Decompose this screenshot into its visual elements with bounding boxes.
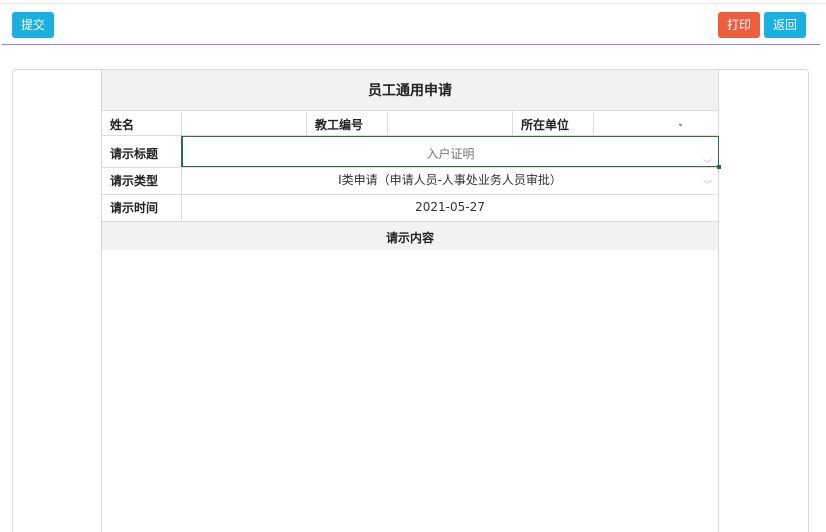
- application-form: 员工通用申请 姓名 教工编号 所在单位 请示标题 入户证明 ﹀ 请示类型 Ⅰ类申…: [101, 70, 721, 532]
- content-textarea[interactable]: [102, 250, 718, 532]
- type-select[interactable]: Ⅰ类申请（申请人员-人事处业务人员审批） ﹀: [182, 168, 718, 194]
- time-field[interactable]: 2021-05-27: [182, 195, 718, 221]
- time-row: 请示时间 2021-05-27: [102, 195, 718, 222]
- time-value: 2021-05-27: [415, 200, 485, 214]
- toolbar: 提交 打印 返回: [0, 4, 826, 44]
- unit-field[interactable]: [594, 110, 718, 135]
- subject-row: 请示标题 入户证明 ﹀: [102, 136, 721, 170]
- page: 提交 打印 返回 员工通用申请 姓名 教工编号 所在单位 请示标题 入户证明 ﹀…: [0, 0, 826, 532]
- staff-no-field[interactable]: [388, 110, 513, 135]
- type-row: 请示类型 Ⅰ类申请（申请人员-人事处业务人员审批） ﹀: [102, 168, 718, 195]
- type-value: Ⅰ类申请（申请人员-人事处业务人员审批）: [338, 173, 562, 187]
- subject-value: 入户证明: [426, 147, 475, 161]
- name-field[interactable]: [182, 110, 307, 135]
- cursor-mark-icon: [678, 123, 683, 127]
- print-button[interactable]: 打印: [718, 12, 760, 38]
- content-header: 请示内容: [102, 222, 718, 251]
- submit-button[interactable]: 提交: [12, 12, 54, 38]
- info-row: 姓名 教工编号 所在单位: [102, 110, 718, 136]
- name-label: 姓名: [102, 110, 182, 135]
- subject-label: 请示标题: [102, 136, 182, 167]
- time-label: 请示时间: [102, 195, 182, 221]
- form-title: 员工通用申请: [102, 70, 718, 111]
- back-button[interactable]: 返回: [764, 12, 806, 38]
- subject-select[interactable]: 入户证明 ﹀: [181, 136, 721, 170]
- unit-label: 所在单位: [513, 110, 594, 135]
- type-label: 请示类型: [102, 168, 182, 194]
- toolbar-divider: [2, 44, 820, 45]
- staff-no-label: 教工编号: [307, 110, 388, 135]
